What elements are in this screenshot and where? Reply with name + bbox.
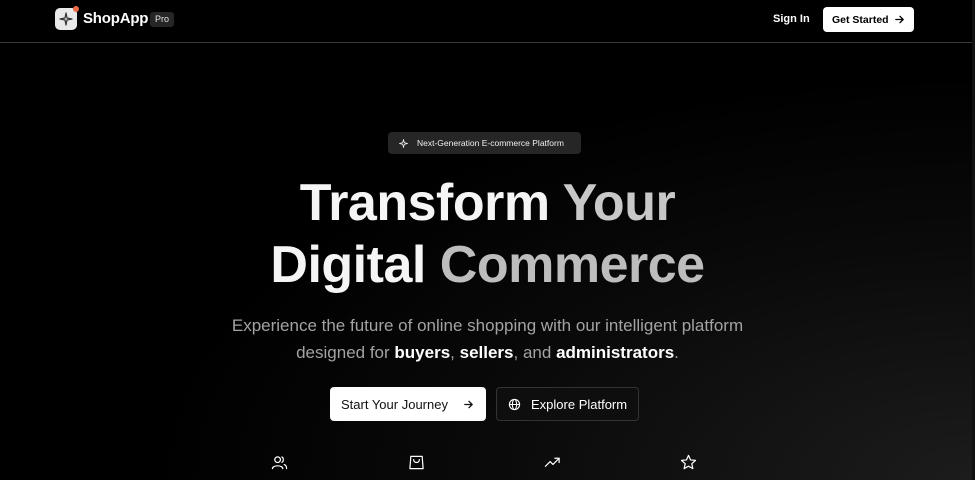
get-started-button[interactable]: Get Started [823,7,914,32]
arrow-right-icon [464,400,473,409]
pro-badge: Pro [150,12,175,27]
subtitle-comma: , [450,343,455,362]
notification-dot [73,6,79,12]
pill-text: Next-Generation E-commerce Platform [417,138,564,148]
top-nav: ShopApp Pro Sign In Get Started [0,0,975,43]
landing-page: ShopApp Pro Sign In Get Started Next-Gen… [0,0,975,480]
subtitle-administrators: administrators [556,343,675,362]
subtitle-period: . [674,343,679,362]
explore-platform-button[interactable]: Explore Platform [496,387,639,421]
start-journey-button[interactable]: Start Your Journey [330,387,486,421]
trending-up-icon [544,457,560,467]
shopping-bag-icon [409,455,424,470]
explore-platform-label: Explore Platform [531,396,628,412]
subtitle-buyers: buyers [394,343,451,362]
title-word: Your [562,174,676,232]
star-icon [680,454,697,470]
title-word: Transform [299,174,550,232]
sign-in-link[interactable]: Sign In [773,13,810,25]
subtitle-and: , and [513,343,552,362]
hero-subtitle: Experience the future of online shopping… [230,312,745,366]
start-journey-label: Start Your Journey [341,396,448,412]
subtitle-sellers: sellers [459,343,514,362]
users-icon [271,456,288,470]
sparkle-icon [399,138,408,148]
get-started-label: Get Started [832,13,889,26]
brand-name[interactable]: ShopApp [83,10,148,27]
arrow-right-icon [895,15,904,24]
globe-icon [508,398,521,410]
hero-title: Transform Your Digital Commerce [0,172,975,296]
title-word: Digital [270,236,426,294]
title-word: Commerce [439,236,705,294]
announcement-pill: Next-Generation E-commerce Platform [388,132,581,154]
